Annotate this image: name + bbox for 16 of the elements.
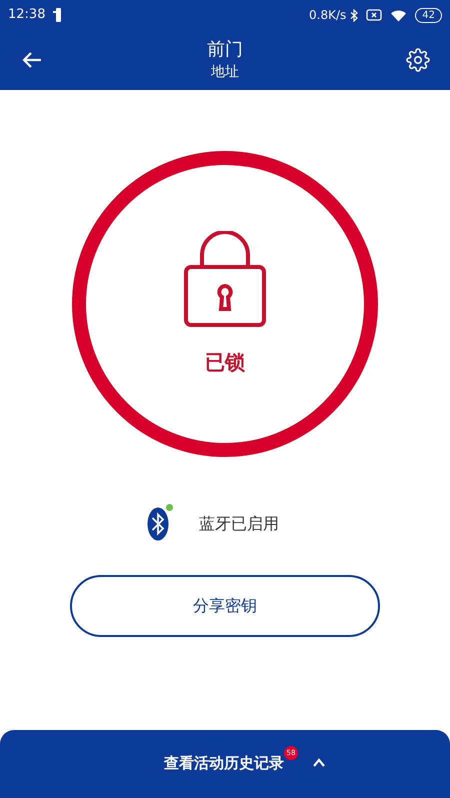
bluetooth-icon bbox=[147, 507, 169, 541]
battery-indicator: 42 bbox=[415, 8, 442, 22]
padlock-icon bbox=[182, 231, 268, 327]
header-title: 前门 bbox=[207, 38, 243, 62]
share-key-button[interactable]: 分享密钥 bbox=[70, 575, 380, 637]
lock-toggle[interactable]: 已锁 bbox=[72, 151, 378, 457]
network-speed: 0.8K/s bbox=[309, 7, 346, 24]
bluetooth-icon bbox=[350, 8, 358, 22]
settings-icon bbox=[406, 48, 430, 72]
back-arrow-icon bbox=[22, 51, 42, 69]
lock-status: 已锁 bbox=[205, 349, 245, 376]
wifi-icon bbox=[390, 8, 408, 22]
bluetooth-status: 蓝牙已启用 bbox=[199, 513, 279, 535]
clock: 12:38 bbox=[8, 6, 46, 24]
history-label: 查看活动历史记录 bbox=[164, 753, 284, 774]
header-subtitle: 地址 bbox=[211, 63, 239, 82]
